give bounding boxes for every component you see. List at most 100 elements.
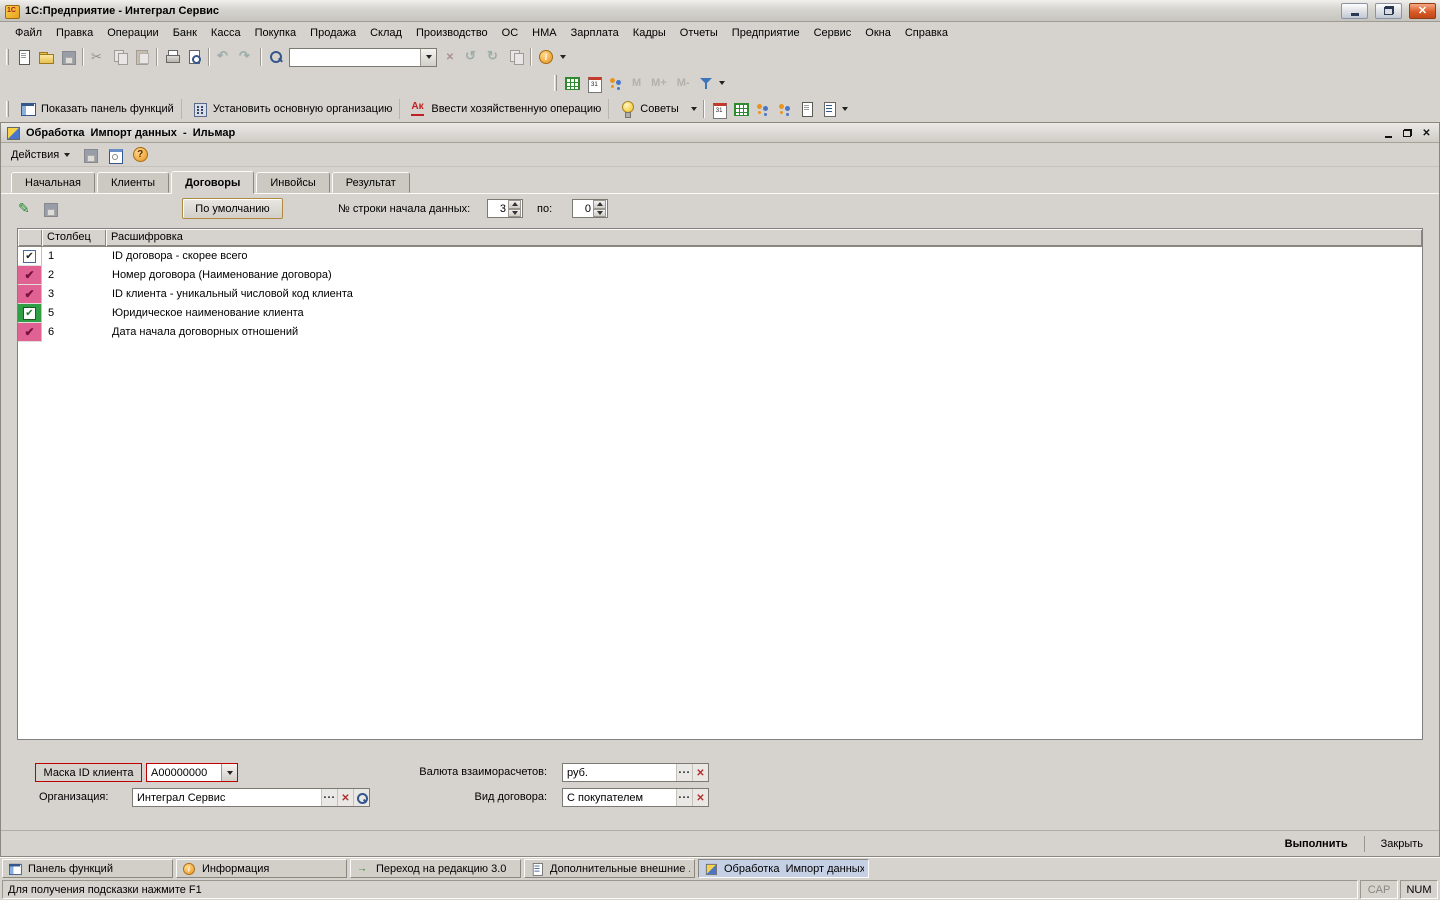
contract-type-select-button[interactable]: [676, 789, 692, 806]
calculator-button[interactable]: [605, 72, 627, 94]
export-button[interactable]: [818, 98, 840, 120]
table-row[interactable]: 6 Дата начала договорных отношений: [18, 323, 1422, 342]
save-settings-button[interactable]: [79, 144, 101, 166]
tab[interactable]: Начальная: [11, 172, 95, 193]
column-checkbox[interactable]: [18, 304, 42, 323]
toolbar-overflow-button[interactable]: [557, 47, 568, 67]
menu-item[interactable]: НМА: [525, 24, 563, 42]
copy-button[interactable]: [109, 46, 131, 68]
tab[interactable]: Клиенты: [97, 172, 169, 193]
new-document-button[interactable]: [13, 46, 35, 68]
currency-select-button[interactable]: [676, 764, 692, 781]
menu-item[interactable]: Операции: [100, 24, 165, 42]
column-checkbox[interactable]: [18, 247, 42, 266]
duplicate-button[interactable]: [505, 46, 527, 68]
spin-down-button[interactable]: [508, 209, 521, 218]
spin-up-button[interactable]: [593, 200, 606, 209]
command-button[interactable]: Ввести хозяйственную операцию: [403, 99, 609, 119]
contract-type-clear-button[interactable]: [692, 789, 708, 806]
organization-select-button[interactable]: [321, 789, 337, 806]
organization-input[interactable]: [133, 789, 321, 806]
column-checkbox[interactable]: [18, 285, 42, 304]
client-id-mask-button[interactable]: Маска ID клиента: [35, 763, 142, 782]
menu-item[interactable]: Отчеты: [673, 24, 725, 42]
clear-search-button[interactable]: [439, 46, 461, 68]
filter-button[interactable]: [695, 72, 717, 94]
journal-button[interactable]: [708, 98, 730, 120]
child-restore-button[interactable]: [1399, 126, 1416, 140]
search-dropdown-button[interactable]: [420, 49, 436, 66]
toolbar-overflow-button[interactable]: [840, 99, 851, 119]
quick-search-input[interactable]: [290, 51, 420, 63]
toolbar-grip[interactable]: [6, 49, 9, 65]
table-row[interactable]: 5 Юридическое наименование клиента: [18, 304, 1422, 323]
column-checkbox[interactable]: [18, 266, 42, 285]
undo-button[interactable]: [213, 46, 235, 68]
edit-button[interactable]: [15, 198, 37, 220]
tab[interactable]: Договоры: [171, 171, 254, 194]
command-button[interactable]: Установить основную организацию: [185, 99, 401, 119]
taskbar-item[interactable]: Обработка Импорт данных...: [698, 859, 869, 878]
mask-dropdown-button[interactable]: [221, 764, 237, 781]
currency-clear-button[interactable]: [692, 764, 708, 781]
info-button[interactable]: [535, 46, 557, 68]
client-id-mask-input[interactable]: [147, 764, 221, 781]
taskbar-item[interactable]: Переход на редакцию 3.0: [350, 859, 521, 878]
calendar-button[interactable]: [583, 72, 605, 94]
print-preview-button[interactable]: [183, 46, 205, 68]
table-row[interactable]: 2 Номер договора (Наименование договора): [18, 266, 1422, 285]
minimize-button[interactable]: [1341, 3, 1368, 19]
close-button[interactable]: [1409, 3, 1436, 19]
spin-down-button[interactable]: [593, 209, 606, 218]
redo-button[interactable]: [235, 46, 257, 68]
restore-button[interactable]: [1375, 3, 1402, 19]
save-button[interactable]: [57, 46, 79, 68]
print-button[interactable]: [161, 46, 183, 68]
paste-button[interactable]: [131, 46, 153, 68]
save-row-button[interactable]: [39, 198, 61, 220]
find-previous-button[interactable]: [461, 46, 483, 68]
menu-item[interactable]: Правка: [49, 24, 100, 42]
menu-item[interactable]: Файл: [8, 24, 49, 42]
tab[interactable]: Результат: [332, 172, 410, 193]
end-row-input[interactable]: [573, 200, 593, 217]
command-button[interactable]: Советы: [612, 99, 685, 119]
menu-item[interactable]: Склад: [363, 24, 409, 42]
memory-button[interactable]: М-: [672, 74, 695, 92]
table-row[interactable]: 1 ID договора - скорее всего: [18, 247, 1422, 266]
spreadsheet-button[interactable]: [561, 72, 583, 94]
taskbar-item[interactable]: Информация: [176, 859, 347, 878]
menu-item[interactable]: Продажа: [303, 24, 363, 42]
menu-item[interactable]: ОС: [495, 24, 526, 42]
contract-type-input[interactable]: [563, 789, 676, 806]
child-minimize-button[interactable]: [1380, 126, 1397, 140]
start-row-input[interactable]: [488, 200, 508, 217]
command-button[interactable]: Показать панель функций: [13, 99, 182, 119]
organization-open-button[interactable]: [353, 789, 369, 806]
execute-button[interactable]: Выполнить: [1277, 835, 1356, 853]
memory-button[interactable]: М+: [646, 74, 672, 92]
actions-menu-button[interactable]: Действия: [5, 146, 76, 164]
spin-up-button[interactable]: [508, 200, 521, 209]
tab[interactable]: Инвойсы: [256, 172, 329, 193]
counterparties-button[interactable]: [752, 98, 774, 120]
column-checkbox[interactable]: [18, 323, 42, 342]
menu-item[interactable]: Справка: [898, 24, 955, 42]
default-button[interactable]: По умолчанию: [182, 198, 283, 219]
child-close-button[interactable]: [1418, 126, 1435, 140]
menu-item[interactable]: Кадры: [626, 24, 673, 42]
menu-item[interactable]: Касса: [204, 24, 248, 42]
help-button[interactable]: [129, 144, 151, 166]
cut-button[interactable]: [87, 46, 109, 68]
menu-item[interactable]: Окна: [858, 24, 898, 42]
open-settings-button[interactable]: [104, 144, 126, 166]
find-next-button[interactable]: [483, 46, 505, 68]
menu-item[interactable]: Банк: [166, 24, 204, 42]
taskbar-item[interactable]: Панель функций: [2, 859, 173, 878]
menu-item[interactable]: Сервис: [807, 24, 859, 42]
report-button[interactable]: [796, 98, 818, 120]
menu-item[interactable]: Зарплата: [564, 24, 626, 42]
memory-button[interactable]: М: [627, 74, 646, 92]
taskbar-item[interactable]: Дополнительные внешние ...: [524, 859, 695, 878]
table-row[interactable]: 3 ID клиента - уникальный числовой код к…: [18, 285, 1422, 304]
